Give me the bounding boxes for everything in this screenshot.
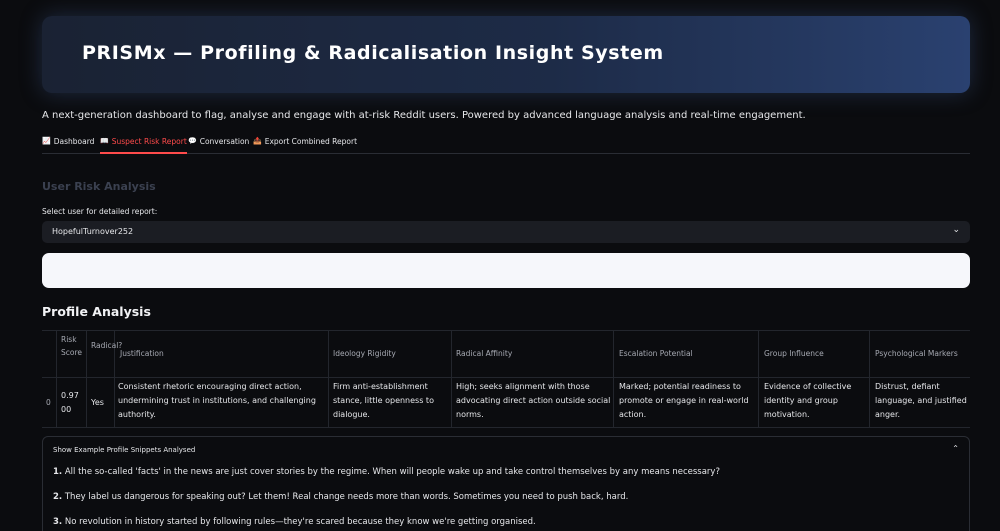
column-header: Escalation Potential (619, 349, 693, 358)
tab-dashboard[interactable]: 📈 Dashboard (42, 134, 94, 154)
snippet-item: 1. All the so-called 'facts' in the news… (53, 467, 720, 477)
snippets-expander[interactable]: Show Example Profile Snippets Analysed ⌃… (42, 436, 970, 531)
user-select-value: HopefulTurnover252 (52, 227, 134, 236)
escalation-potential-cell: Marked; potential readiness to promote o… (619, 382, 749, 419)
column-header: Radical Affinity (456, 349, 513, 358)
tab-suspect-risk-report[interactable]: 📖 Suspect Risk Report (100, 134, 187, 154)
chart-icon: 📈 (42, 137, 51, 145)
radical-cell: Yes (91, 398, 104, 407)
tab-label: Export Combined Report (264, 137, 358, 146)
user-select-label: Select user for detailed report: (42, 207, 158, 216)
column-header: Psychological Markers (875, 349, 958, 358)
radical-affinity-cell: High; seeks alignment with those advocat… (456, 382, 611, 419)
column-header: Justification (120, 349, 164, 358)
title-banner: PRISMx — Profiling & Radicalisation Insi… (42, 16, 970, 93)
column-header: Group Influence (764, 349, 824, 358)
chevron-up-icon[interactable]: ⌃ (952, 444, 959, 453)
expander-header[interactable]: Show Example Profile Snippets Analysed (53, 446, 195, 454)
chevron-down-icon: ⌄ (952, 225, 960, 235)
column-header: Risk Score (61, 335, 83, 357)
justification-cell: Consistent rhetoric encouraging direct a… (118, 382, 316, 419)
row-index: 0 (46, 398, 51, 407)
report-panel (42, 253, 970, 288)
snippet-item: 2. They label us dangerous for speaking … (53, 492, 629, 502)
column-header: Ideology Rigidity (333, 349, 396, 358)
user-risk-analysis-heading: User Risk Analysis (42, 180, 156, 193)
profile-table: Risk Score Radical? Justification Ideolo… (42, 330, 970, 428)
snippet-item: 3. No revolution in history started by f… (53, 517, 536, 527)
psychological-markers-cell: Distrust, defiant language, and justifie… (875, 382, 967, 419)
tab-bar: 📈 Dashboard 📖 Suspect Risk Report 💬 Conv… (42, 134, 970, 154)
book-icon: 📖 (100, 137, 109, 145)
profile-analysis-heading: Profile Analysis (42, 304, 151, 319)
ideology-rigidity-cell: Firm anti-establishment stance, little o… (333, 382, 434, 419)
column-header: Radical? (91, 341, 123, 350)
risk-score-cell: 0.9700 (61, 391, 79, 414)
speech-bubble-icon: 💬 (188, 137, 197, 145)
tab-label: Conversation (199, 137, 250, 146)
app-title: PRISMx — Profiling & Radicalisation Insi… (82, 42, 664, 64)
tab-export-combined-report[interactable]: 📤 Export Combined Report (253, 134, 357, 154)
app-subtitle: A next-generation dashboard to flag, ana… (42, 110, 806, 121)
tab-conversation[interactable]: 💬 Conversation (188, 134, 249, 154)
outbox-icon: 📤 (253, 137, 262, 145)
user-select[interactable]: HopefulTurnover252 ⌄ (42, 221, 970, 243)
group-influence-cell: Evidence of collective identity and grou… (764, 382, 852, 419)
tab-label: Dashboard (53, 137, 95, 146)
tab-label: Suspect Risk Report (111, 137, 187, 146)
